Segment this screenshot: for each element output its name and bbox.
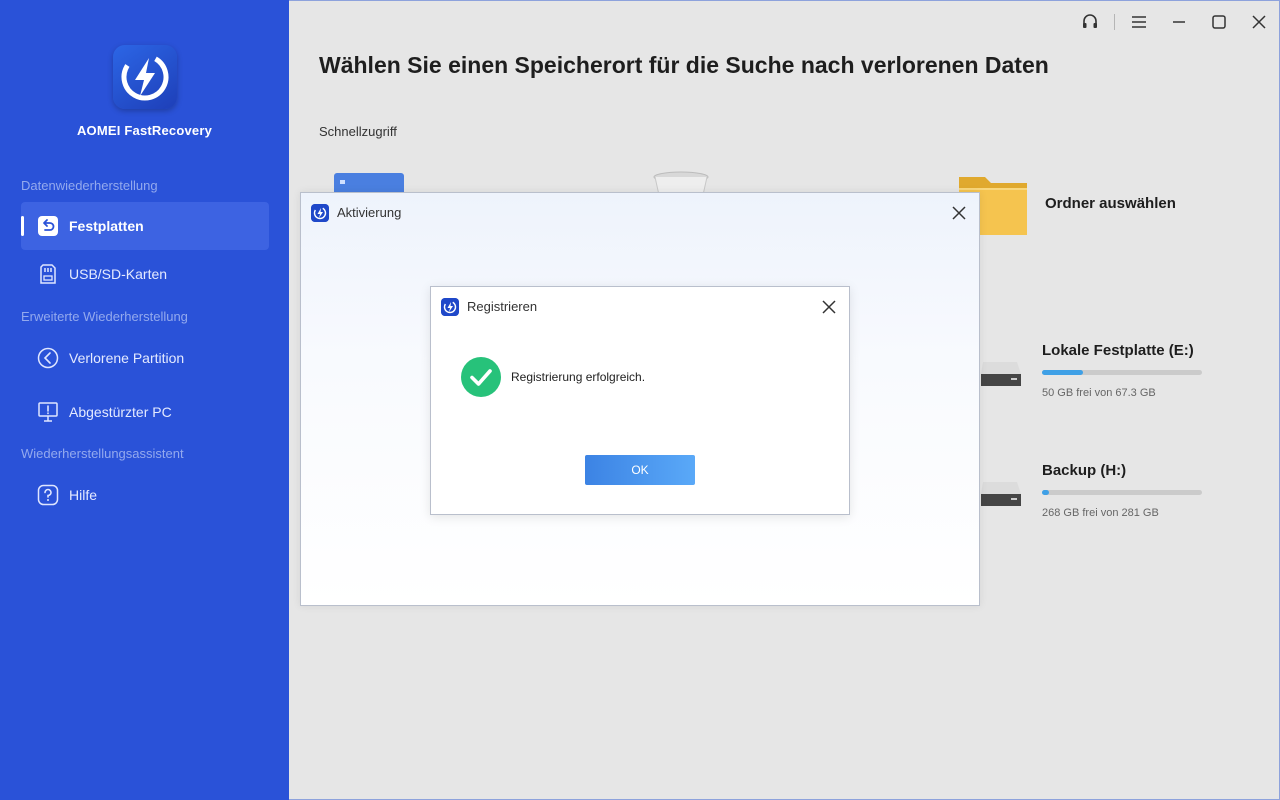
sidebar-item-label: Verlorene Partition [69,350,185,366]
drive-usage-fill [1042,490,1050,495]
close-icon[interactable] [819,297,839,317]
app-logo-icon [311,204,329,222]
dialog-header: Aktivierung [301,193,979,233]
sidebar-item-label: Abgestürzter PC [69,404,172,420]
minimize-button[interactable] [1159,7,1199,37]
help-icon [37,484,59,506]
dialog-header: Registrieren [431,287,849,327]
section-advanced-recovery: Erweiterte Wiederherstellung [21,309,188,324]
minimize-icon [1173,21,1185,23]
recycle-bin-icon[interactable] [653,171,709,193]
partition-icon [37,347,59,369]
sidebar-item-label: USB/SD-Karten [69,266,168,282]
register-dialog: Registrieren Registrierung erfolgreich. … [430,286,850,515]
ok-button[interactable]: OK [585,455,695,485]
page-title: Wählen Sie einen Speicherort für die Suc… [319,52,1049,78]
quick-access-label: Schnellzugriff [319,124,397,139]
app-name: AOMEI FastRecovery [76,123,213,138]
sidebar-item-usb-sd[interactable]: USB/SD-Karten [21,250,269,298]
drive-h[interactable]: Backup (H:) 268 GB frei von 281 GB [979,462,1219,532]
close-window-button[interactable] [1239,7,1279,37]
dialog-title: Aktivierung [337,205,402,220]
headset-icon [1083,14,1097,28]
drive-e[interactable]: Lokale Festplatte (E:) 50 GB frei von 67… [979,342,1219,412]
close-icon [1252,15,1266,29]
drive-size: 50 GB frei von 67.3 GB [1042,387,1156,399]
section-data-recovery: Datenwiederherstellung [21,178,158,193]
sidebar-item-festplatten[interactable]: Festplatten [21,202,269,250]
disk-restore-icon [38,216,58,236]
maximize-button[interactable] [1199,7,1239,37]
sd-card-icon [40,264,56,284]
window-controls [1070,7,1279,37]
crashed-pc-icon [38,402,58,422]
section-recovery-assistant: Wiederherstellungsassistent [21,446,184,461]
separator [1114,14,1115,30]
app-logo-icon [441,298,459,316]
drive-usage-bar [1042,490,1202,495]
app-logo-icon [113,45,177,109]
drive-size: 268 GB frei von 281 GB [1042,507,1159,519]
sidebar-item-crashed-pc[interactable]: Abgestürzter PC [21,388,269,436]
close-icon[interactable] [949,203,969,223]
sidebar-item-label: Festplatten [69,218,144,234]
menu-icon [1132,16,1146,28]
maximize-icon [1212,15,1226,29]
sidebar-item-lost-partition[interactable]: Verlorene Partition [21,334,269,382]
support-headset-button[interactable] [1070,7,1110,37]
drive-name: Lokale Festplatte (E:) [1042,342,1194,359]
dialog-title: Registrieren [467,299,538,314]
drive-usage-bar [1042,370,1202,375]
select-folder-label[interactable]: Ordner auswählen [1045,195,1176,212]
sidebar: AOMEI FastRecovery Datenwiederherstellun… [0,0,289,800]
sidebar-item-label: Hilfe [69,487,98,503]
drive-usage-fill [1042,370,1084,375]
hard-drive-icon [981,362,1021,386]
desktop-icon[interactable] [334,173,404,193]
sidebar-item-help[interactable]: Hilfe [21,471,269,519]
hard-drive-icon [981,482,1021,506]
drive-name: Backup (H:) [1042,462,1127,479]
menu-button[interactable] [1119,7,1159,37]
success-message: Registrierung erfolgreich. [511,370,646,384]
success-check-icon [461,357,501,397]
